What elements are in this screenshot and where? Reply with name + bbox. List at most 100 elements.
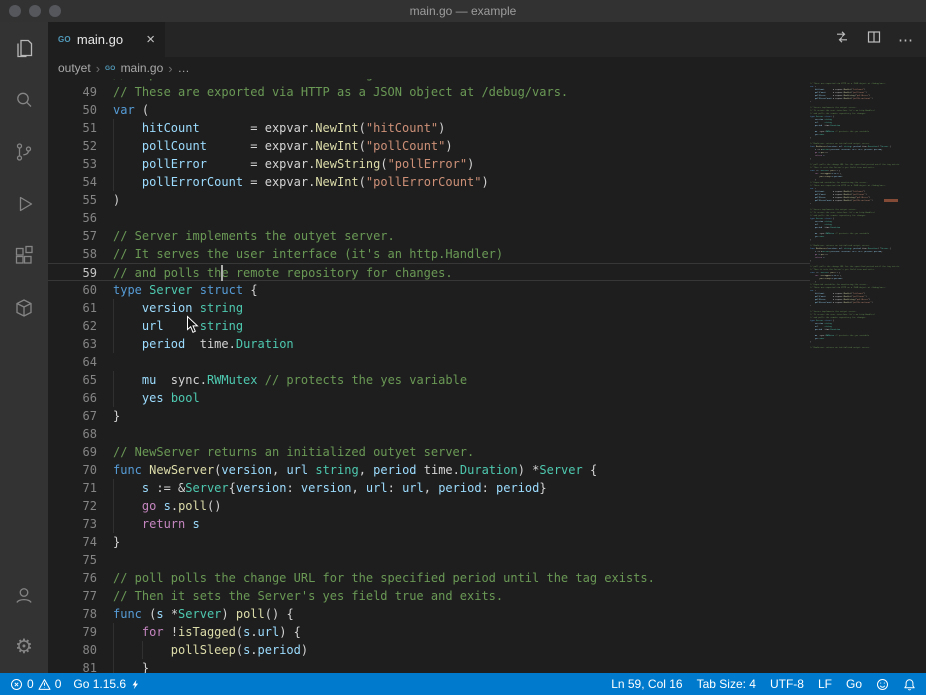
line-content[interactable]: // NewServer returns an initialized outy… bbox=[113, 443, 474, 461]
line-content[interactable]: return s bbox=[113, 515, 200, 533]
code-line[interactable]: 62 url string bbox=[48, 317, 810, 335]
line-content[interactable]: for !isTagged(s.url) { bbox=[113, 623, 301, 641]
line-content[interactable]: yes bool bbox=[113, 389, 200, 407]
line-number[interactable]: 54 bbox=[48, 173, 97, 191]
line-number[interactable]: 68 bbox=[48, 425, 97, 443]
line-content[interactable]: // Then it sets the Server's yes field t… bbox=[113, 587, 503, 605]
code-line[interactable]: 77 // Then it sets the Server's yes field… bbox=[48, 587, 810, 605]
line-content[interactable]: pollError = expvar.NewString("pollError"… bbox=[113, 155, 474, 173]
open-changes-icon[interactable] bbox=[834, 29, 850, 50]
code-line[interactable]: 60type Server struct { bbox=[48, 281, 810, 299]
code-line[interactable]: 78 func (s *Server) poll() { bbox=[48, 605, 810, 623]
line-number[interactable]: 77 bbox=[48, 587, 97, 605]
more-actions-icon[interactable]: ⋯ bbox=[898, 31, 914, 49]
code-line[interactable]: 69 // NewServer returns an initialized ou… bbox=[48, 443, 810, 461]
code-line[interactable]: 56 bbox=[48, 209, 810, 227]
line-number[interactable]: 72 bbox=[48, 497, 97, 515]
code-line[interactable]: 59// and polls the remote repository for… bbox=[48, 263, 810, 281]
search-icon[interactable] bbox=[0, 74, 48, 126]
line-content[interactable]: } bbox=[113, 407, 120, 425]
code-line[interactable]: 57 // Server implements the outyet server… bbox=[48, 227, 810, 245]
close-window-button[interactable] bbox=[9, 5, 21, 17]
code-line[interactable]: 72 go s.poll() bbox=[48, 497, 810, 515]
line-content[interactable]: func NewServer(version, url string, peri… bbox=[113, 461, 597, 479]
code-line[interactable]: 63 period time.Duration bbox=[48, 335, 810, 353]
code-line[interactable]: 61 version string bbox=[48, 299, 810, 317]
code-line[interactable]: 75 bbox=[48, 551, 810, 569]
line-number[interactable]: 56 bbox=[48, 209, 97, 227]
line-number[interactable]: 69 bbox=[48, 443, 97, 461]
code-line[interactable]: 65 mu sync.RWMutex // protects the yes v… bbox=[48, 371, 810, 389]
split-editor-icon[interactable] bbox=[866, 29, 882, 50]
code-line[interactable]: 50 var ( bbox=[48, 101, 810, 119]
line-content[interactable]: mu sync.RWMutex // protects the yes vari… bbox=[113, 371, 467, 389]
code-line[interactable]: 64 bbox=[48, 353, 810, 371]
line-content[interactable]: pollSleep(s.period) bbox=[113, 641, 308, 659]
code-line[interactable]: 66 yes bool bbox=[48, 389, 810, 407]
code-line[interactable]: 51 hitCount = expvar.NewInt("hitCount") bbox=[48, 119, 810, 137]
code-line[interactable]: 76 // poll polls the change URL for the s… bbox=[48, 569, 810, 587]
line-number[interactable]: 66 bbox=[48, 389, 97, 407]
minimize-window-button[interactable] bbox=[29, 5, 41, 17]
code-line[interactable]: 68 bbox=[48, 425, 810, 443]
line-content[interactable]: period time.Duration bbox=[113, 335, 294, 353]
code-line[interactable]: 53 pollError = expvar.NewString("pollErr… bbox=[48, 155, 810, 173]
code-line[interactable]: 54 pollErrorCount = expvar.NewInt("pollE… bbox=[48, 173, 810, 191]
line-number[interactable]: 70 bbox=[48, 461, 97, 479]
code-line[interactable]: 70 func NewServer(version, url string, pe… bbox=[48, 461, 810, 479]
code-line[interactable]: 71 s := &Server{version: version, url: u… bbox=[48, 479, 810, 497]
code-line[interactable]: 79 for !isTagged(s.url) { bbox=[48, 623, 810, 641]
line-content[interactable]: pollErrorCount = expvar.NewInt("pollErro… bbox=[113, 173, 489, 191]
tab-main-go[interactable]: GO main.go × bbox=[48, 22, 165, 57]
code-line[interactable]: 81 } bbox=[48, 659, 810, 673]
line-number[interactable]: 53 bbox=[48, 155, 97, 173]
line-number[interactable]: 58 bbox=[48, 245, 97, 263]
line-number[interactable]: 67 bbox=[48, 407, 97, 425]
breadcrumb-folder[interactable]: outyet bbox=[58, 61, 91, 75]
line-content[interactable]: hitCount = expvar.NewInt("hitCount") bbox=[113, 119, 445, 137]
code-line[interactable]: 52 pollCount = expvar.NewInt("pollCount"… bbox=[48, 137, 810, 155]
explorer-icon[interactable] bbox=[0, 22, 48, 74]
line-number[interactable]: 75 bbox=[48, 551, 97, 569]
line-number[interactable]: 78 bbox=[48, 605, 97, 623]
minimap[interactable]: // These are exported via HTTP as a JSON… bbox=[810, 79, 918, 673]
line-number[interactable]: 57 bbox=[48, 227, 97, 245]
line-content[interactable]: // and polls the remote repository for c… bbox=[113, 264, 453, 282]
line-content[interactable]: var ( bbox=[113, 101, 149, 119]
line-number[interactable]: 49 bbox=[48, 83, 97, 101]
extensions-icon[interactable] bbox=[0, 230, 48, 282]
line-number[interactable]: 64 bbox=[48, 353, 97, 371]
breadcrumb-file[interactable]: main.go bbox=[121, 61, 164, 75]
close-tab-icon[interactable]: × bbox=[146, 32, 155, 47]
line-content[interactable]: // It serves the user interface (it's an… bbox=[113, 245, 503, 263]
code-line[interactable]: 73 return s bbox=[48, 515, 810, 533]
line-content[interactable]: // poll polls the change URL for the spe… bbox=[113, 569, 655, 587]
line-number[interactable]: 73 bbox=[48, 515, 97, 533]
line-number[interactable]: 61 bbox=[48, 299, 97, 317]
line-content[interactable]: // These are exported via HTTP as a JSON… bbox=[113, 83, 568, 101]
line-number[interactable]: 55 bbox=[48, 191, 97, 209]
code-editor[interactable]: 48// Exported variables for monitoring t… bbox=[48, 79, 926, 673]
code-line[interactable]: 55) bbox=[48, 191, 810, 209]
line-content[interactable]: } bbox=[113, 659, 149, 673]
line-content[interactable]: go s.poll() bbox=[113, 497, 221, 515]
go-version-status[interactable]: Go 1.15.6 bbox=[73, 677, 141, 691]
problems-status[interactable]: 0 0 bbox=[10, 677, 61, 691]
line-number[interactable]: 50 bbox=[48, 101, 97, 119]
line-number[interactable]: 79 bbox=[48, 623, 97, 641]
line-number[interactable]: 81 bbox=[48, 659, 97, 673]
line-content[interactable]: type Server struct { bbox=[113, 281, 258, 299]
line-number[interactable]: 65 bbox=[48, 371, 97, 389]
line-number[interactable]: 62 bbox=[48, 317, 97, 335]
code-line[interactable]: 80 pollSleep(s.period) bbox=[48, 641, 810, 659]
line-content[interactable]: } bbox=[113, 533, 120, 551]
package-view-icon[interactable] bbox=[0, 282, 48, 334]
line-content[interactable]: // Server implements the outyet server. bbox=[113, 227, 395, 245]
code-line[interactable]: 58 // It serves the user interface (it's … bbox=[48, 245, 810, 263]
feedback-icon[interactable] bbox=[876, 678, 889, 691]
source-control-icon[interactable] bbox=[0, 126, 48, 178]
line-number[interactable]: 76 bbox=[48, 569, 97, 587]
eol-status[interactable]: LF bbox=[818, 677, 832, 691]
cursor-position-status[interactable]: Ln 59, Col 16 bbox=[611, 677, 682, 691]
line-content[interactable]: func (s *Server) poll() { bbox=[113, 605, 294, 623]
